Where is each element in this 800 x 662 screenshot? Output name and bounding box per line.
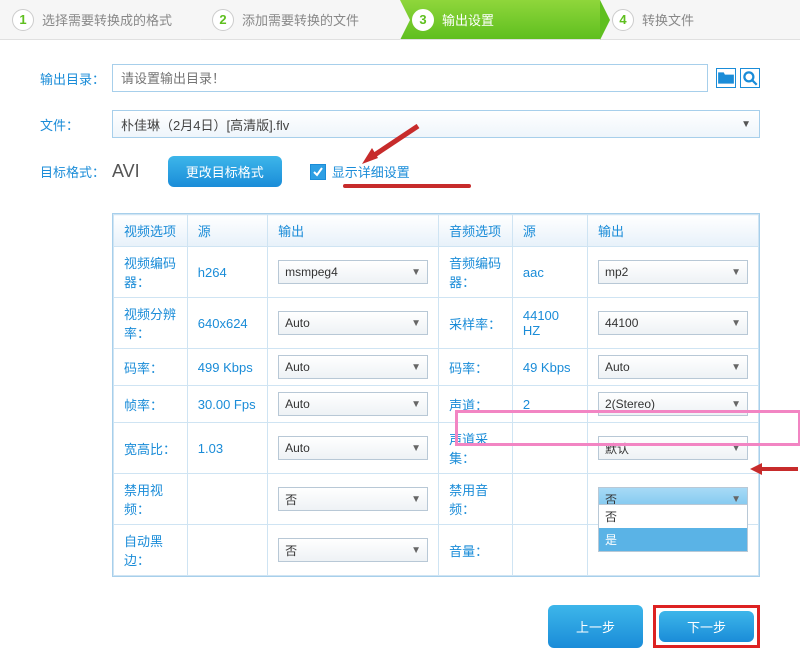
- th-asrc: 源: [512, 215, 587, 247]
- vres-select[interactable]: Auto▼: [278, 311, 428, 335]
- vratio-select[interactable]: Auto▼: [278, 436, 428, 460]
- vdis-select[interactable]: 否▼: [278, 487, 428, 511]
- adis-option-yes[interactable]: 是: [599, 528, 747, 551]
- acodec-select[interactable]: mp2▼: [598, 260, 748, 284]
- adis-option-no[interactable]: 否: [599, 505, 747, 528]
- vpad-select[interactable]: 否▼: [278, 538, 428, 562]
- outdir-label: 输出目录：: [40, 69, 112, 88]
- wizard-steps: 1选择需要转换成的格式 2添加需要转换的文件 3输出设置 4转换文件: [0, 0, 800, 40]
- settings-table: 视频选项 源 输出 音频选项 源 输出 视频编码器： h264 msmpeg4▼…: [112, 213, 760, 577]
- vfps-select[interactable]: Auto▼: [278, 392, 428, 416]
- show-detail-checkbox[interactable]: [310, 164, 326, 180]
- abr-select[interactable]: Auto▼: [598, 355, 748, 379]
- achs-select[interactable]: 默认▼: [598, 436, 748, 460]
- annotation-next-highlight: 下一步: [653, 605, 760, 648]
- vbr-select[interactable]: Auto▼: [278, 355, 428, 379]
- adis-dropdown[interactable]: 否 是: [598, 504, 748, 552]
- folder-icon[interactable]: [716, 68, 736, 88]
- next-button[interactable]: 下一步: [659, 611, 754, 642]
- annotation-arrow-2: [748, 460, 800, 478]
- ach-select[interactable]: 2(Stereo)▼: [598, 392, 748, 416]
- th-src: 源: [187, 215, 267, 247]
- arate-select[interactable]: 44100▼: [598, 311, 748, 335]
- search-icon[interactable]: [740, 68, 760, 88]
- prev-button[interactable]: 上一步: [548, 605, 643, 648]
- output-dir-input[interactable]: [112, 64, 708, 92]
- fmt-label: 目标格式：: [40, 162, 112, 181]
- step-2[interactable]: 2添加需要转换的文件: [200, 0, 400, 39]
- change-format-button[interactable]: 更改目标格式: [168, 156, 282, 187]
- step-3[interactable]: 3输出设置: [400, 0, 600, 39]
- th-aout: 输出: [588, 215, 759, 247]
- file-label: 文件：: [40, 115, 112, 134]
- th-aopt: 音频选项: [439, 215, 513, 247]
- th-out: 输出: [268, 215, 439, 247]
- vcodec-select[interactable]: msmpeg4▼: [278, 260, 428, 284]
- chevron-down-icon: ▼: [741, 119, 751, 130]
- outdir-field[interactable]: [121, 71, 699, 86]
- annotation-arrow: [358, 124, 428, 166]
- step-4[interactable]: 4转换文件: [600, 0, 800, 39]
- fmt-value: AVI: [112, 161, 140, 182]
- step-1[interactable]: 1选择需要转换成的格式: [0, 0, 200, 39]
- th-vopt: 视频选项: [114, 215, 188, 247]
- annotation-underline: [343, 184, 471, 188]
- file-select[interactable]: 朴佳琳（2月4日）[高清版].flv▼: [112, 110, 760, 138]
